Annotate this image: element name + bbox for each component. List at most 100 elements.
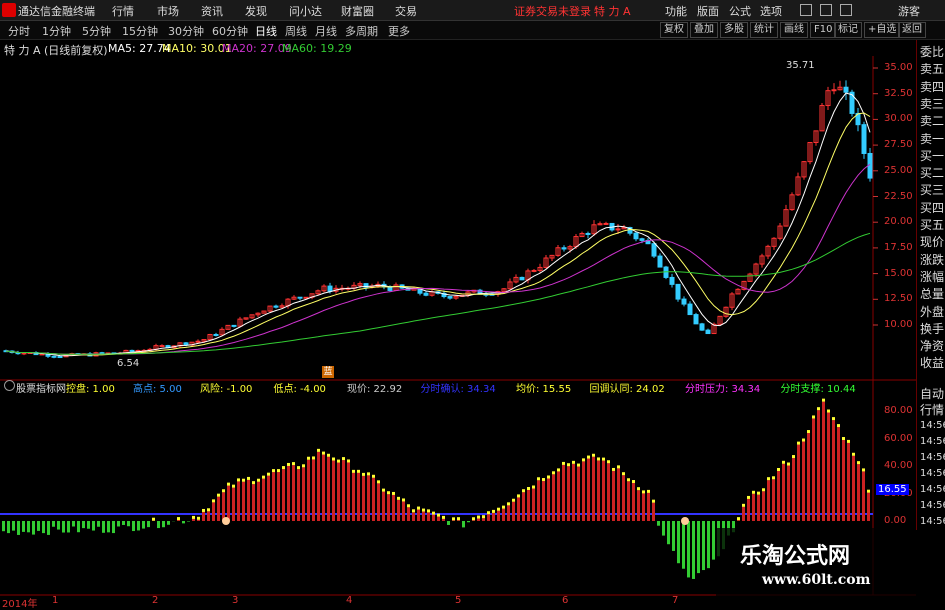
indicator-bar-top xyxy=(517,494,520,497)
tick-panel-item[interactable]: 14:56 xyxy=(920,466,945,482)
quote-panel-item[interactable]: 卖二 xyxy=(920,113,944,129)
indicator-bar-down xyxy=(657,521,660,526)
tick-panel-item[interactable]: 14:56 xyxy=(920,450,945,466)
indicator-item: 低点: -4.00 xyxy=(274,380,326,395)
watermark-url: www.60lt.com xyxy=(762,572,870,588)
date-tick: 6 xyxy=(562,595,568,606)
indicator-bar-up xyxy=(517,497,520,521)
indicator-bar-up xyxy=(522,492,525,521)
indicator-bar-up xyxy=(562,465,565,521)
quote-panel-item[interactable]: 卖一 xyxy=(920,131,944,147)
indicator-bar-up xyxy=(652,503,655,521)
quote-panel-item[interactable]: 买一 xyxy=(920,148,944,164)
indicator-bar-up xyxy=(802,442,805,521)
indicator-bar-up xyxy=(837,427,840,521)
indicator-bar-up xyxy=(742,507,745,521)
indicator-bar-up xyxy=(177,520,180,521)
tick-panel-item[interactable]: 14:56 xyxy=(920,482,945,498)
indicator-bar-up xyxy=(442,519,445,521)
indicator-bar-up xyxy=(282,469,285,521)
quote-panel-item[interactable]: 涨跌 xyxy=(920,252,944,268)
indicator-bar-top xyxy=(542,478,545,481)
quote-panel-item[interactable]: 换手 xyxy=(920,321,944,337)
tick-panel-item[interactable]: 14:56 xyxy=(920,434,945,450)
indicator-bar-up xyxy=(822,402,825,521)
indicator-bar-top xyxy=(562,462,565,465)
indicator-tick: 60.00 xyxy=(884,433,913,444)
indicator-bar-top xyxy=(857,461,860,464)
indicator-bar-down xyxy=(187,521,190,522)
indicator-bar-top xyxy=(287,463,290,466)
indicator-current-value: 16.55 xyxy=(876,484,909,495)
indicator-bar-top xyxy=(557,468,560,471)
indicator-bar-top xyxy=(617,465,620,468)
indicator-bar-up xyxy=(617,468,620,521)
event-marker[interactable]: 蓝 xyxy=(322,366,334,378)
indicator-tick: 0.00 xyxy=(884,515,906,526)
indicator-bar-up xyxy=(547,478,550,521)
indicator-bar-up xyxy=(212,502,215,521)
candle-body xyxy=(676,284,680,299)
indicator-bar-up xyxy=(362,476,365,521)
indicator-tick: 40.00 xyxy=(884,460,913,471)
date-tick: 2 xyxy=(152,595,158,606)
indicator-bar-top xyxy=(792,455,795,458)
indicator-bar-up xyxy=(807,433,810,521)
quote-panel-item[interactable]: 买三 xyxy=(920,182,944,198)
indicator-bar-top xyxy=(632,480,635,483)
quote-panel-item[interactable]: 买四 xyxy=(920,200,944,216)
indicator-bar-top xyxy=(197,517,200,520)
indicator-bar-top xyxy=(252,481,255,484)
indicator-bar-top xyxy=(247,477,250,480)
indicator-bar-down xyxy=(72,521,75,526)
indicator-bar-up xyxy=(642,493,645,521)
quote-panel-item[interactable]: 卖四 xyxy=(920,79,944,95)
candle-body xyxy=(604,223,608,224)
kline-chart[interactable] xyxy=(0,0,945,609)
candle-body xyxy=(298,297,302,298)
quote-panel-item[interactable]: 买二 xyxy=(920,165,944,181)
quote-panel-item[interactable]: 买五 xyxy=(920,217,944,233)
indicator-bar-top xyxy=(537,477,540,480)
indicator-bar-top xyxy=(587,456,590,459)
candle-body xyxy=(520,277,524,279)
quote-panel-item[interactable]: 委比 xyxy=(920,44,944,60)
quote-panel-item[interactable]: 卖五 xyxy=(920,61,944,77)
quote-panel-item[interactable]: 卖三 xyxy=(920,96,944,112)
candle-body xyxy=(214,334,218,335)
indicator-bar-top xyxy=(232,485,235,488)
quote-panel-item[interactable]: 涨幅 xyxy=(920,269,944,285)
quote-panel-item[interactable]: 总量 xyxy=(920,286,944,302)
tick-panel-item[interactable]: 14:56 xyxy=(920,498,945,514)
indicator-bar-top xyxy=(512,499,515,502)
indicator-bar-top xyxy=(362,473,365,476)
indicator-bar-up xyxy=(492,513,495,521)
tick-panel-item[interactable]: 14:56 xyxy=(920,514,945,530)
indicator-bar-down xyxy=(107,521,110,532)
indicator-bar-up xyxy=(627,481,630,521)
candle-body xyxy=(634,233,638,239)
indicator-bar-up xyxy=(737,520,740,521)
indicator-bar-up xyxy=(532,489,535,521)
indicator-settings-icon[interactable] xyxy=(4,380,15,391)
indicator-bar-top xyxy=(737,517,740,520)
indicator-bar-top xyxy=(802,439,805,442)
indicator-bar-top xyxy=(592,454,595,457)
indicator-bar-top xyxy=(267,473,270,476)
quote-panel-item[interactable]: 收益 xyxy=(920,355,944,371)
tick-panel-item[interactable]: 行情 xyxy=(920,402,944,418)
tick-panel-item[interactable]: 自动 xyxy=(920,386,944,402)
indicator-bar-up xyxy=(352,473,355,521)
price-tick: 10.00 xyxy=(884,319,913,330)
quote-panel-item[interactable]: 外盘 xyxy=(920,304,944,320)
indicator-bar-down xyxy=(687,521,690,577)
indicator-bar-top xyxy=(767,477,770,480)
tick-panel-item[interactable]: 14:56 xyxy=(920,418,945,434)
quote-panel-item[interactable]: 现价 xyxy=(920,234,944,250)
indicator-bar-up xyxy=(392,495,395,521)
indicator-bar-up xyxy=(327,457,330,521)
indicator-bar-up xyxy=(647,493,650,521)
indicator-bar-top xyxy=(812,415,815,418)
indicator-bar-up xyxy=(217,497,220,521)
quote-panel-item[interactable]: 净资 xyxy=(920,338,944,354)
